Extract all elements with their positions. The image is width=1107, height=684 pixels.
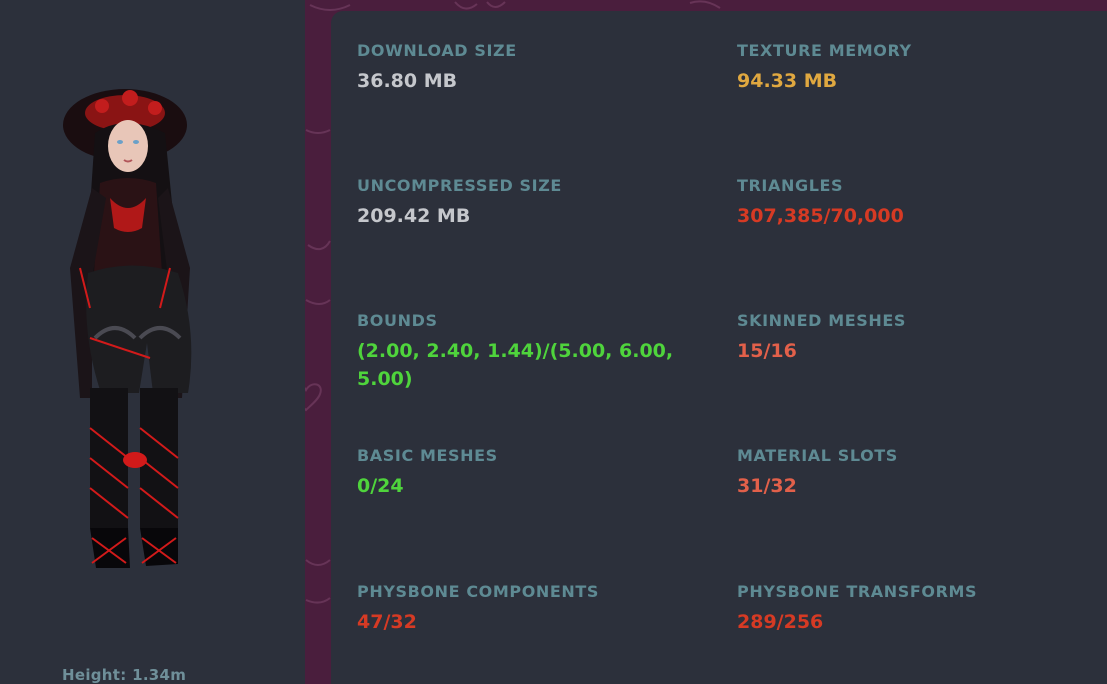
stat-label: SKINNED MESHES: [737, 311, 907, 330]
stat-label: PHYSBONE TRANSFORMS: [737, 582, 978, 601]
stat-label: BOUNDS: [357, 311, 438, 330]
stat-label: MATERIAL SLOTS: [737, 446, 898, 465]
stat-triangles: TRIANGLES 307,385/70,000: [737, 176, 1077, 230]
stat-value: 0/24: [357, 475, 404, 497]
stat-value: 289/256: [737, 611, 824, 633]
stat-skinned-meshes: SKINNED MESHES 15/16: [737, 311, 1077, 365]
stat-value: 94.33 MB: [737, 70, 838, 92]
stat-bounds: BOUNDS (2.00, 2.40, 1.44)/(5.00, 6.00, 5…: [357, 311, 697, 393]
stat-value: 36.80 MB: [357, 70, 458, 92]
stat-label: PHYSBONE COMPONENTS: [357, 582, 600, 601]
avatar-preview-panel: Height: 1.34m: [0, 0, 305, 684]
stat-value: (2.00, 2.40, 1.44)/(5.00, 6.00, 5.00): [357, 340, 674, 390]
stat-download-size: DOWNLOAD SIZE 36.80 MB: [357, 41, 697, 95]
stat-label: TRIANGLES: [737, 176, 844, 195]
stat-value: 307,385/70,000: [737, 205, 904, 227]
performance-stats-panel: DOWNLOAD SIZE 36.80 MB TEXTURE MEMORY 94…: [331, 11, 1107, 684]
stat-label: BASIC MESHES: [357, 446, 498, 465]
stat-value: 209.42 MB: [357, 205, 471, 227]
stat-label: UNCOMPRESSED SIZE: [357, 176, 562, 195]
stat-uncompressed-size: UNCOMPRESSED SIZE 209.42 MB: [357, 176, 697, 230]
stat-physbone-components: PHYSBONE COMPONENTS 47/32: [357, 582, 697, 636]
stat-texture-memory: TEXTURE MEMORY 94.33 MB: [737, 41, 1077, 95]
stat-label: DOWNLOAD SIZE: [357, 41, 517, 60]
stat-value: 15/16: [737, 340, 797, 362]
stat-basic-meshes: BASIC MESHES 0/24: [357, 446, 697, 500]
stat-value: 47/32: [357, 611, 417, 633]
stat-physbone-transforms: PHYSBONE TRANSFORMS 289/256: [737, 582, 1077, 636]
stat-label: TEXTURE MEMORY: [737, 41, 912, 60]
stat-material-slots: MATERIAL SLOTS 31/32: [737, 446, 1077, 500]
stat-value: 31/32: [737, 475, 797, 497]
avatar-height-label: Height: 1.34m: [62, 666, 187, 684]
avatar-image: [63, 89, 192, 568]
